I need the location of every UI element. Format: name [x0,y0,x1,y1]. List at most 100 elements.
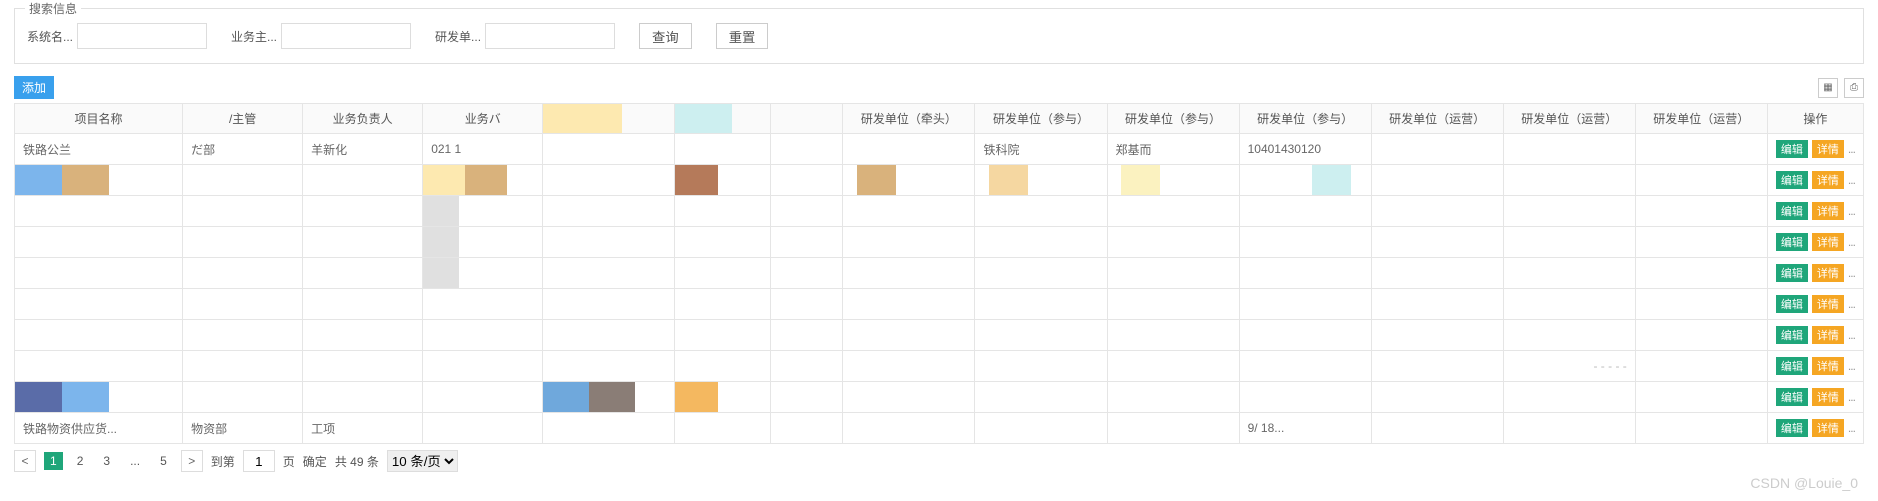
edit-button[interactable]: 编辑 [1776,264,1808,282]
th-dev-ops3[interactable]: 研发单位（运营） [1635,104,1767,134]
edit-button[interactable]: 编辑 [1776,202,1808,220]
per-page-select[interactable]: 10 条/页 [387,450,458,472]
detail-button[interactable]: 详情 [1812,295,1844,313]
business-owner-input[interactable] [281,23,411,49]
table-row[interactable]: 编辑详情... [15,258,1864,289]
cell-dev-p2: 郑基而 [1107,134,1239,165]
business-owner-field: 业务主... [231,23,411,49]
edit-button[interactable]: 编辑 [1776,419,1808,437]
dev-unit-input[interactable] [485,23,615,49]
more-button[interactable]: ... [1848,359,1855,373]
more-button[interactable]: ... [1848,173,1855,187]
add-button[interactable]: 添加 [14,76,54,99]
detail-button[interactable]: 详情 [1812,419,1844,437]
th-dev-part3[interactable]: 研发单位（参与） [1239,104,1371,134]
more-button[interactable]: ... [1848,390,1855,404]
detail-button[interactable]: 详情 [1812,388,1844,406]
columns-icon[interactable]: ▦ [1818,78,1838,98]
detail-button[interactable]: 详情 [1812,202,1844,220]
cell-redacted [423,165,543,196]
th-dev-part2[interactable]: 研发单位（参与） [1107,104,1239,134]
table-row[interactable]: 编辑 详情 ... [15,165,1864,196]
table-row[interactable]: 编辑详情... [15,227,1864,258]
cell-op: 编辑详情... [1767,196,1863,227]
detail-button[interactable]: 详情 [1812,264,1844,282]
goto-confirm[interactable]: 确定 [303,453,327,470]
reset-button[interactable]: 重置 [716,23,769,49]
th-project-name[interactable]: 项目名称 [15,104,183,134]
detail-button[interactable]: 详情 [1812,140,1844,158]
table-row[interactable]: 编辑详情... [15,320,1864,351]
table-row[interactable]: 编辑详情... [15,289,1864,320]
cell [1371,165,1503,196]
table-row[interactable]: 铁路公兰 だ部 羊新化 021 1 铁科院 郑基而 10401430120 编辑… [15,134,1864,165]
th-dev-part1[interactable]: 研发单位（参与） [975,104,1107,134]
detail-button[interactable]: 详情 [1812,233,1844,251]
more-button[interactable]: ... [1848,328,1855,342]
export-icon[interactable]: ⎙ [1844,78,1864,98]
more-button[interactable]: ... [1848,235,1855,249]
th-op: 操作 [1767,104,1863,134]
data-table-wrap: 项目名称 /主管 业务负责人 业务バ 研发单位（牵头） 研发单位（参与） 研发单… [14,103,1864,444]
edit-button[interactable]: 编辑 [1776,233,1808,251]
more-button[interactable]: ... [1848,297,1855,311]
cell-redacted [675,165,771,196]
system-name-label: 系统名... [27,28,73,45]
edit-button[interactable]: 编辑 [1776,140,1808,158]
edit-button[interactable]: 编辑 [1776,357,1808,375]
edit-button[interactable]: 编辑 [1776,388,1808,406]
cell-dev-p3: 10401430120 [1239,134,1371,165]
cell-redacted [1107,165,1239,196]
goto-page-input[interactable] [243,450,275,472]
th-biz-sub[interactable]: 业务バ [423,104,543,134]
edit-button[interactable]: 编辑 [1776,295,1808,313]
cell-dept: 物资部 [183,413,303,444]
goto-label: 到第 [211,453,235,470]
system-name-input[interactable] [77,23,207,49]
cell-dept: だ部 [183,134,303,165]
more-button[interactable]: ... [1848,266,1855,280]
table-row[interactable]: 编辑详情... [15,382,1864,413]
table-header-row: 项目名称 /主管 业务负责人 业务バ 研发单位（牵头） 研发单位（参与） 研发单… [15,104,1864,134]
more-button[interactable]: ... [1848,421,1855,435]
page-1[interactable]: 1 [44,452,63,470]
th-biz-sub-text: 业务バ [465,112,501,126]
cell [183,165,303,196]
page-2[interactable]: 2 [71,452,90,470]
cell-mgr: 羊新化 [303,134,423,165]
cell-op: 编辑详情... [1767,289,1863,320]
table-row[interactable]: - - - - -编辑详情... [15,351,1864,382]
th-biz-owner[interactable]: 业务负责人 [303,104,423,134]
th-dev-ops2[interactable]: 研发单位（运营） [1503,104,1635,134]
dev-unit-label: 研发单... [435,28,481,45]
cell [1635,165,1767,196]
table-body: 铁路公兰 だ部 羊新化 021 1 铁科院 郑基而 10401430120 编辑… [15,134,1864,444]
edit-button[interactable]: 编辑 [1776,326,1808,344]
query-button[interactable]: 查询 [639,23,692,49]
th-dept-head[interactable]: /主管 [183,104,303,134]
detail-button[interactable]: 详情 [1812,171,1844,189]
cell-project-name: 铁路公兰 [15,134,183,165]
cell-gap [771,134,843,165]
dev-unit-field: 研发单... [435,23,615,49]
more-button[interactable]: ... [1848,204,1855,218]
detail-button[interactable]: 详情 [1812,326,1844,344]
th-redacted-1 [543,104,675,134]
cell-dev-o2 [1503,134,1635,165]
cell-op: 编辑 详情 ... [1767,165,1863,196]
data-table: 项目名称 /主管 业务负责人 业务バ 研发单位（牵头） 研发单位（参与） 研发单… [14,103,1864,444]
detail-button[interactable]: 详情 [1812,357,1844,375]
table-row[interactable]: 编辑详情... [15,196,1864,227]
table-row[interactable]: 铁路物资供应货... 物资部 工项 9/ 18... 编辑详情... [15,413,1864,444]
th-dev-ops1[interactable]: 研发单位（运营） [1371,104,1503,134]
page-3[interactable]: 3 [97,452,116,470]
cell-r2 [675,134,771,165]
th-dev-lead[interactable]: 研发单位（牵头） [843,104,975,134]
page-5[interactable]: 5 [154,452,173,470]
page-unit: 页 [283,453,295,470]
next-page-button[interactable]: > [181,450,203,472]
edit-button[interactable]: 编辑 [1776,171,1808,189]
prev-page-button[interactable]: < [14,450,36,472]
more-button[interactable]: ... [1848,142,1855,156]
cell-dev-lead [843,134,975,165]
